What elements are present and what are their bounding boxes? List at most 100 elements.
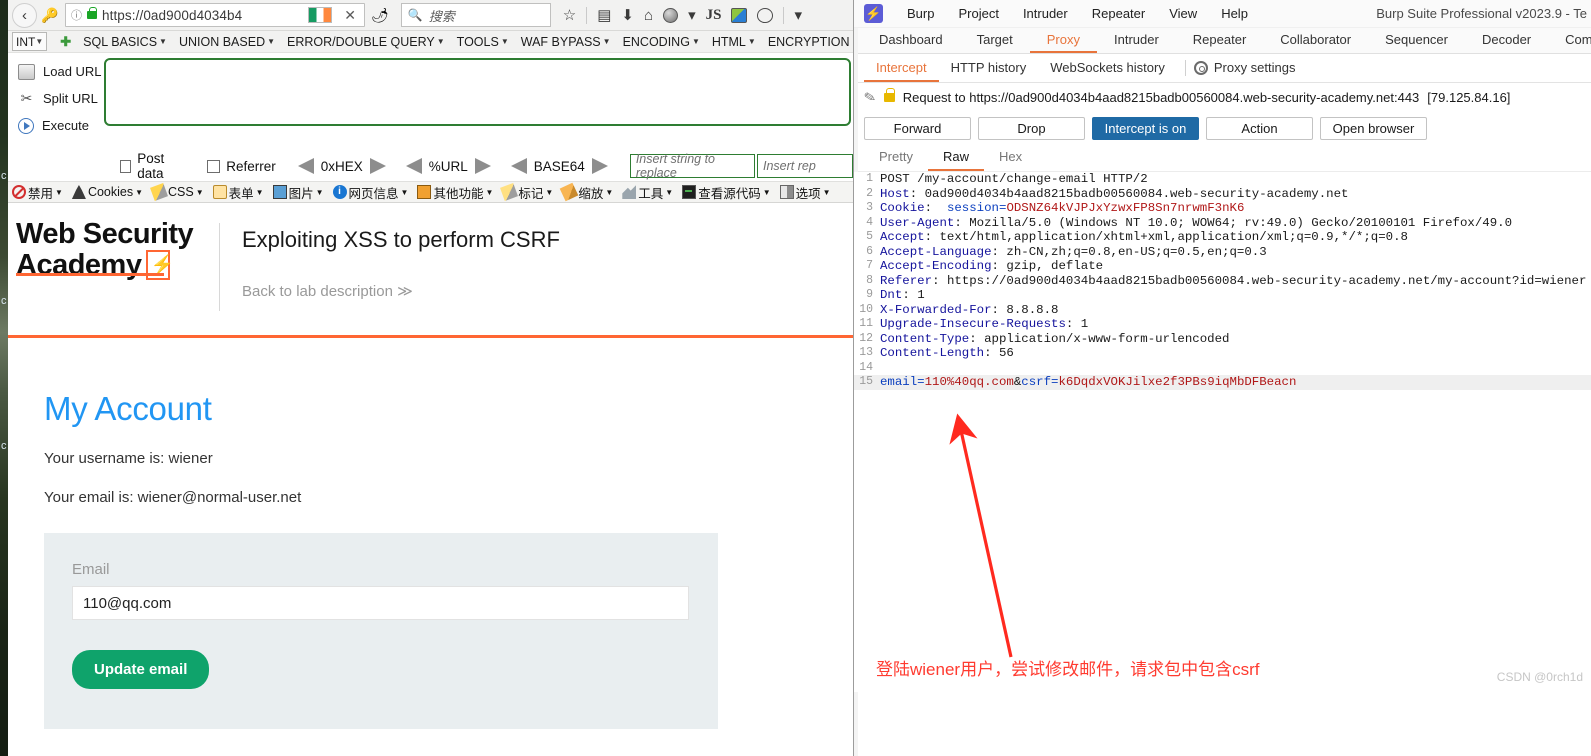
back-icon[interactable]: ‹	[12, 2, 37, 28]
hackbar-url-textarea[interactable]	[104, 58, 851, 126]
wd-outline[interactable]: 标记 ▼	[500, 183, 553, 202]
tab-intercept[interactable]: Intercept	[864, 54, 939, 82]
wd-disable[interactable]: 禁用 ▼	[12, 183, 63, 202]
wd-misc[interactable]: 其他功能 ▼	[417, 183, 493, 202]
lab-header-text: Exploiting XSS to perform CSRF Back to l…	[242, 219, 560, 300]
tab-proxy[interactable]: Proxy	[1029, 28, 1097, 53]
chevron-down-icon[interactable]: ▾	[688, 8, 696, 23]
hex-converter[interactable]: 0xHEX	[297, 158, 386, 174]
tab-repeater[interactable]: Repeater	[1176, 28, 1263, 53]
view-source-icon	[682, 185, 697, 199]
execute-button[interactable]: Execute	[8, 112, 104, 139]
forward-button[interactable]: Forward	[864, 117, 971, 140]
wd-resize[interactable]: 缩放 ▼	[560, 182, 613, 202]
email-field[interactable]: 110@qq.com	[72, 586, 689, 620]
tab-intruder[interactable]: Intruder	[1097, 28, 1176, 53]
wd-css[interactable]: CSS ▼	[150, 183, 204, 201]
tab-pretty[interactable]: Pretty	[864, 146, 928, 171]
tab-raw[interactable]: Raw	[927, 146, 984, 171]
proxy-settings-link[interactable]: Proxy settings	[1214, 54, 1308, 82]
close-icon[interactable]: ✕	[338, 7, 362, 24]
hackbar-menu-sql[interactable]: SQL BASICS ▼	[83, 35, 167, 49]
wd-images[interactable]: 图片 ▼	[272, 183, 324, 202]
menu-burp[interactable]: Burp	[895, 6, 946, 21]
tab-http-history[interactable]: HTTP history	[939, 54, 1039, 82]
tab-hex[interactable]: Hex	[984, 146, 1037, 171]
action-button[interactable]: Action	[1206, 117, 1313, 140]
divider	[219, 223, 220, 311]
hackbar-menu-encryption[interactable]: ENCRYPTION▼	[768, 35, 853, 49]
update-email-button[interactable]: Update email	[72, 650, 210, 689]
intercept-toggle-button[interactable]: Intercept is on	[1092, 117, 1199, 140]
flame-icon[interactable]: 🌶	[371, 7, 389, 24]
request-lines: 1 POST /my-account/change-email HTTP/2 2 Ho…	[854, 172, 1591, 390]
js-toggle-icon[interactable]: JS	[706, 7, 722, 23]
decode-arrow-icon[interactable]	[510, 158, 527, 174]
encode-arrow-icon[interactable]	[591, 158, 608, 174]
tab-decoder[interactable]: Decoder	[1465, 28, 1548, 53]
back-to-lab-link[interactable]: Back to lab description ≫	[242, 282, 560, 300]
wd-cookies[interactable]: Cookies ▼	[71, 185, 143, 199]
tab-dashboard[interactable]: Dashboard	[862, 28, 960, 53]
menu-project[interactable]: Project	[946, 6, 1010, 21]
wd-tools[interactable]: 工具 ▼	[622, 183, 673, 202]
info-icon[interactable]: ⓘ	[71, 7, 82, 23]
hackbar-menu-error[interactable]: ERROR/DOUBLE QUERY ▼	[287, 35, 445, 49]
hackbar-menu-html[interactable]: HTML ▼	[712, 35, 756, 49]
palette-icon[interactable]	[757, 7, 774, 23]
hackbar-menu-waf[interactable]: WAF BYPASS ▼	[521, 35, 611, 49]
referrer-checkbox[interactable]: Referrer	[207, 159, 276, 174]
gear-icon[interactable]	[1193, 61, 1208, 75]
annotation-text: 登陆wiener用户，尝试修改邮件，请求包中包含csrf	[876, 660, 1260, 679]
encode-arrow-icon[interactable]	[369, 158, 386, 174]
wd-forms[interactable]: 表单 ▼	[212, 183, 264, 202]
url-bar[interactable]: ⓘ https://0ad900d4034b4 ✕	[65, 3, 365, 27]
post-data-checkbox[interactable]: Post data	[120, 151, 185, 181]
menu-help[interactable]: Help	[1209, 6, 1260, 21]
hackbar-menu-union[interactable]: UNION BASED ▼	[179, 35, 275, 49]
decode-arrow-icon[interactable]	[405, 158, 422, 174]
tab-comparer[interactable]: Comp	[1548, 28, 1591, 53]
url-converter[interactable]: %URL	[405, 158, 491, 174]
hackbar-mode-select[interactable]: INT ▼	[12, 32, 48, 51]
replace-find-input[interactable]: Insert string to replace	[629, 152, 755, 180]
tab-sequencer[interactable]: Sequencer	[1368, 28, 1465, 53]
wd-options[interactable]: 选项 ▼	[779, 183, 831, 202]
request-line: 3 Cookie: session=ODSNZ64kVJPJxYzwxFP8Sn7…	[854, 201, 1591, 216]
line-number: 8	[866, 273, 873, 287]
tab-collaborator[interactable]: Collaborator	[1263, 28, 1368, 53]
home-icon[interactable]: ⌂	[644, 8, 653, 23]
overflow-chevron-icon[interactable]: ▾	[794, 8, 802, 23]
menu-intruder[interactable]: Intruder	[1011, 6, 1080, 21]
hackbar-menu-encoding[interactable]: ENCODING ▼	[623, 35, 700, 49]
menu-view[interactable]: View	[1157, 6, 1209, 21]
drop-button[interactable]: Drop	[978, 117, 1085, 140]
split-url-button[interactable]: ✂ Split URL	[8, 85, 104, 112]
wd-info[interactable]: i 网页信息 ▼	[332, 183, 408, 202]
load-url-button[interactable]: Load URL	[8, 58, 104, 85]
extension-icon[interactable]	[731, 7, 748, 23]
raw-request-editor[interactable]: 1 POST /my-account/change-email HTTP/2 2 Ho…	[854, 172, 1591, 692]
replace-with-input[interactable]: Insert rep	[756, 154, 853, 178]
library-icon[interactable]: ▤	[597, 8, 611, 23]
bookmark-star-icon[interactable]: ☆	[563, 8, 576, 23]
base64-converter[interactable]: BASE64	[510, 158, 608, 174]
request-line: 1 POST /my-account/change-email HTTP/2	[854, 172, 1591, 187]
globe-icon[interactable]	[663, 7, 679, 23]
hackbar-menu-tools[interactable]: TOOLS ▼	[457, 35, 509, 49]
decode-arrow-icon[interactable]	[297, 158, 314, 174]
search-input[interactable]: 🔍 搜索	[400, 3, 551, 27]
download-icon[interactable]: ⬇	[621, 8, 634, 23]
menu-repeater[interactable]: Repeater	[1080, 6, 1157, 21]
request-target-ip: [79.125.84.16]	[1427, 89, 1511, 105]
tab-target[interactable]: Target	[960, 28, 1030, 53]
webdev-toolbar: 禁用 ▼ Cookies ▼ CSS ▼ 表单 ▼ 图片 ▼ i 网页信息 ▼ 其他功能 ▼ 标…	[8, 181, 853, 203]
wd-viewsource[interactable]: 查看源代码 ▼	[682, 183, 771, 202]
open-browser-button[interactable]: Open browser	[1320, 117, 1427, 140]
tab-websockets-history[interactable]: WebSockets history	[1038, 54, 1177, 82]
key-icon[interactable]: 🔑	[37, 2, 63, 28]
add-icon[interactable]: ✚	[60, 34, 71, 50]
request-line: 7 Accept-Encoding: gzip, deflate	[854, 259, 1591, 274]
encode-arrow-icon[interactable]	[474, 158, 491, 174]
lab-page: Web Security Academy Exploiting XSS to p…	[8, 203, 853, 729]
